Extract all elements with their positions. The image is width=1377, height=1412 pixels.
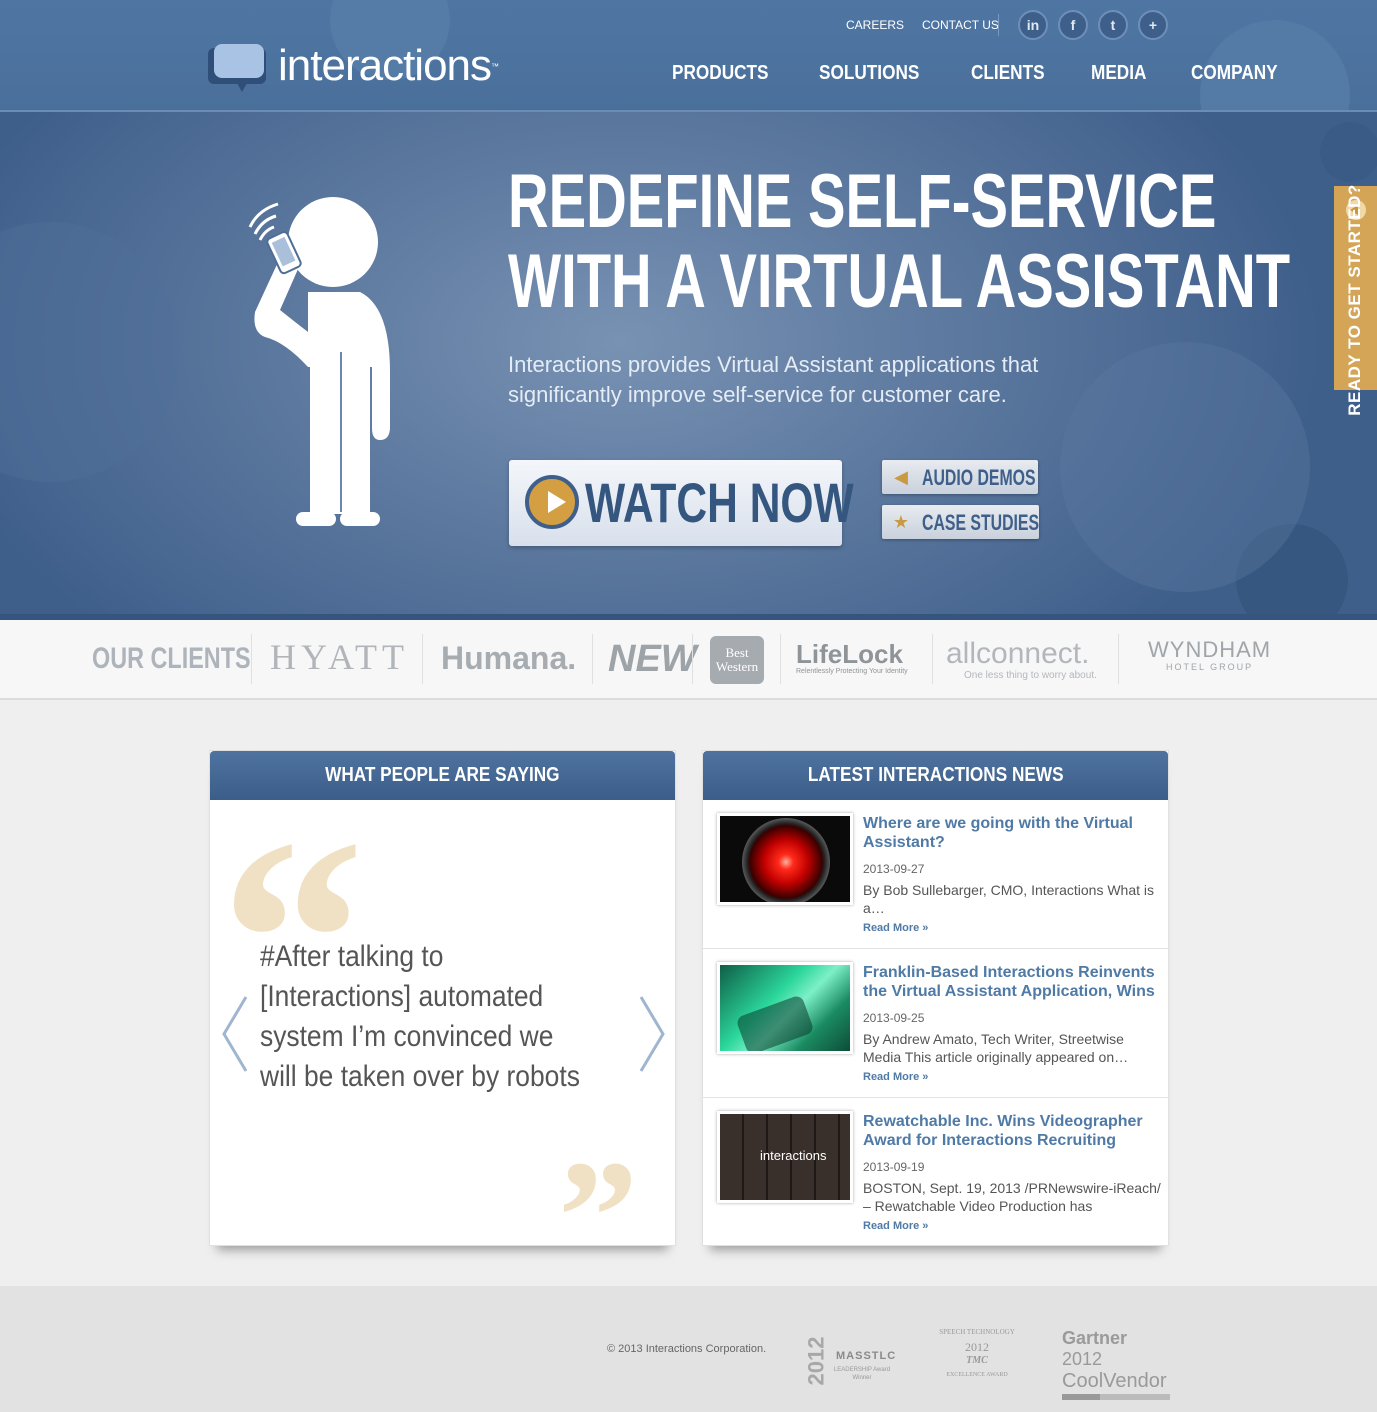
client-logo-hyatt: HYATT bbox=[270, 637, 409, 677]
read-more-link[interactable]: Read More » bbox=[863, 922, 928, 934]
client-logo-humana: Humana. bbox=[441, 640, 577, 676]
news-excerpt: By Andrew Amato, Tech Writer, Streetwise… bbox=[863, 1031, 1129, 1065]
thumb-interactions-text: interactions bbox=[760, 1148, 827, 1163]
speech-technology-award-logo: SPEECH TECHNOLOGY 2012 TMC EXCELLENCE AW… bbox=[930, 1328, 1024, 1390]
best-western-text: Best Western bbox=[715, 645, 759, 674]
nav-media[interactable]: MEDIA bbox=[1091, 62, 1146, 85]
testimonial-panel: WHAT PEOPLE ARE SAYING “ #After talking … bbox=[209, 750, 676, 1296]
google-plus-icon[interactable]: + bbox=[1138, 10, 1168, 40]
play-icon bbox=[525, 475, 579, 529]
headline-line-1: REDEFINE SELF-SERVICE bbox=[508, 159, 1217, 244]
background-gear bbox=[0, 222, 180, 482]
speech-bubble-icon bbox=[208, 44, 266, 92]
lifelock-name: LifeLock bbox=[796, 639, 903, 669]
gartner-cool-vendor-logo: Gartner 2012 CoolVendor bbox=[1062, 1328, 1170, 1400]
hero-subtext: Interactions provides Virtual Assistant … bbox=[508, 352, 1039, 407]
news-date: 2013-09-19 bbox=[863, 1160, 925, 1174]
audio-demos-button[interactable]: ◀ AUDIO DEMOS bbox=[882, 460, 1038, 494]
client-logo-allconnect: allconnect. One less thing to worry abou… bbox=[946, 637, 1097, 682]
hero-headline: REDEFINE SELF-SERVICE WITH A VIRTUAL ASS… bbox=[508, 159, 1291, 324]
masstlc-sub: LEADERSHIP Award Winner bbox=[833, 1367, 891, 1381]
news-title[interactable]: Where are we going with the Virtual Assi… bbox=[863, 814, 1161, 852]
social-links: in f t + bbox=[1018, 10, 1168, 40]
gartner-name: Gartner bbox=[1062, 1328, 1128, 1348]
watch-now-button[interactable]: WATCH NOW bbox=[509, 460, 854, 546]
news-thumbnail[interactable]: interactions bbox=[717, 1111, 853, 1203]
logo-wordmark: interactions bbox=[278, 41, 492, 90]
watch-now-label: WATCH NOW bbox=[585, 471, 854, 534]
background-gear bbox=[1320, 122, 1377, 182]
gartner-year: 2012 bbox=[1062, 1349, 1103, 1369]
nav-solutions[interactable]: SOLUTIONS bbox=[819, 62, 919, 85]
site-header: interactions ™ CAREERS CONTACT US in f t… bbox=[0, 0, 1377, 112]
news-header: LATEST INTERACTIONS NEWS bbox=[703, 751, 1168, 800]
site-logo[interactable]: interactions ™ bbox=[208, 41, 500, 92]
get-started-label: READY TO GET STARTED? bbox=[1345, 184, 1364, 416]
news-date: 2013-09-25 bbox=[863, 1011, 925, 1025]
speech-mark: TMC bbox=[966, 1355, 988, 1366]
copyright: © 2013 Interactions Corporation. bbox=[607, 1343, 767, 1355]
star-icon: ★ bbox=[892, 512, 910, 532]
audio-demos-label: AUDIO DEMOS bbox=[922, 465, 1036, 490]
news-thumbnail[interactable] bbox=[717, 962, 853, 1054]
masstlc-name: MASSTLC bbox=[836, 1350, 897, 1362]
chevron-right-icon[interactable] bbox=[637, 995, 667, 1073]
twitter-icon[interactable]: t bbox=[1098, 10, 1128, 40]
speech-bottom: EXCELLENCE AWARD bbox=[946, 1372, 1008, 1378]
main-nav: PRODUCTS SOLUTIONS CLIENTS MEDIA COMPANY bbox=[672, 62, 1292, 85]
wyndham-sub: HOTEL GROUP bbox=[1165, 662, 1254, 672]
contact-us-link[interactable]: CONTACT US bbox=[922, 18, 999, 32]
read-more-link[interactable]: Read More » bbox=[863, 1071, 928, 1083]
speech-year: 2012 bbox=[965, 1340, 989, 1354]
careers-link[interactable]: CAREERS bbox=[846, 18, 904, 32]
case-studies-button[interactable]: ★ CASE STUDIES bbox=[882, 505, 1039, 539]
facebook-icon[interactable]: f bbox=[1058, 10, 1088, 40]
utility-links: CAREERS CONTACT US bbox=[846, 18, 999, 32]
clients-strip: OUR CLIENTS HYATT Humana. NEW Best Weste… bbox=[0, 620, 1377, 700]
chevron-left-icon[interactable] bbox=[220, 995, 250, 1073]
lifelock-tagline: Relentlessly Protecting Your Identity bbox=[796, 668, 908, 675]
testimonial-quote: #After talking to [Interactions] automat… bbox=[260, 940, 580, 1093]
news-excerpt: By Bob Sullebarger, CMO, Interactions Wh… bbox=[863, 882, 1155, 916]
headline-line-2: WITH A VIRTUAL ASSISTANT bbox=[508, 239, 1291, 324]
news-heading: LATEST INTERACTIONS NEWS bbox=[807, 764, 1064, 786]
case-studies-label: CASE STUDIES bbox=[922, 510, 1040, 535]
read-more-link[interactable]: Read More » bbox=[863, 1220, 928, 1232]
person-phone-illustration bbox=[248, 197, 390, 526]
news-item: interactions Rewatchable Inc. Wins Video… bbox=[703, 1098, 1168, 1247]
news-excerpt: BOSTON, Sept. 19, 2013 /PRNewswire-iReac… bbox=[863, 1180, 1161, 1214]
close-quote-icon: ” bbox=[558, 1127, 638, 1305]
site-footer: © 2013 Interactions Corporation. 2012 MA… bbox=[0, 1286, 1377, 1412]
speaker-icon: ◀ bbox=[894, 467, 908, 487]
nav-products[interactable]: PRODUCTS bbox=[672, 62, 769, 85]
news-thumbnail[interactable] bbox=[717, 813, 853, 905]
masstlc-year: 2012 bbox=[803, 1336, 829, 1386]
allconnect-name: allconnect. bbox=[946, 637, 1090, 670]
allconnect-tagline: One less thing to worry about. bbox=[964, 670, 1097, 681]
news-date: 2013-09-27 bbox=[863, 862, 925, 876]
client-logo-new: NEW bbox=[608, 638, 697, 680]
get-started-tab[interactable]: READY TO GET STARTED? bbox=[1334, 184, 1377, 416]
masstlc-award-logo: 2012 MASSTLC LEADERSHIP Award Winner bbox=[803, 1330, 895, 1388]
client-logo-lifelock: LifeLock Relentlessly Protecting Your Id… bbox=[796, 640, 908, 675]
wyndham-name: WYNDHAM bbox=[1148, 637, 1272, 662]
clients-title: OUR CLIENTS bbox=[92, 642, 251, 675]
news-item: Franklin-Based Interactions Reinvents th… bbox=[703, 949, 1168, 1098]
news-item: Where are we going with the Virtual Assi… bbox=[703, 800, 1168, 949]
client-logo-best-western: Best Western bbox=[710, 636, 764, 684]
divider bbox=[998, 14, 999, 36]
logo-trademark: ™ bbox=[491, 61, 500, 71]
client-logo-wyndham: WYNDHAM HOTEL GROUP bbox=[1148, 637, 1272, 673]
nav-clients[interactable]: CLIENTS bbox=[971, 62, 1045, 85]
news-title[interactable]: Rewatchable Inc. Wins Videographer Award… bbox=[863, 1112, 1161, 1150]
news-panel: LATEST INTERACTIONS NEWS Where are we go… bbox=[702, 750, 1169, 1246]
linkedin-icon[interactable]: in bbox=[1018, 10, 1048, 40]
nav-company[interactable]: COMPANY bbox=[1191, 62, 1278, 85]
speech-top: SPEECH TECHNOLOGY bbox=[939, 1328, 1015, 1336]
hero-banner: REDEFINE SELF-SERVICE WITH A VIRTUAL ASS… bbox=[0, 112, 1377, 620]
news-title[interactable]: Franklin-Based Interactions Reinvents th… bbox=[863, 963, 1161, 1001]
gartner-sub: CoolVendor bbox=[1062, 1370, 1167, 1392]
background-gear bbox=[1060, 342, 1310, 592]
